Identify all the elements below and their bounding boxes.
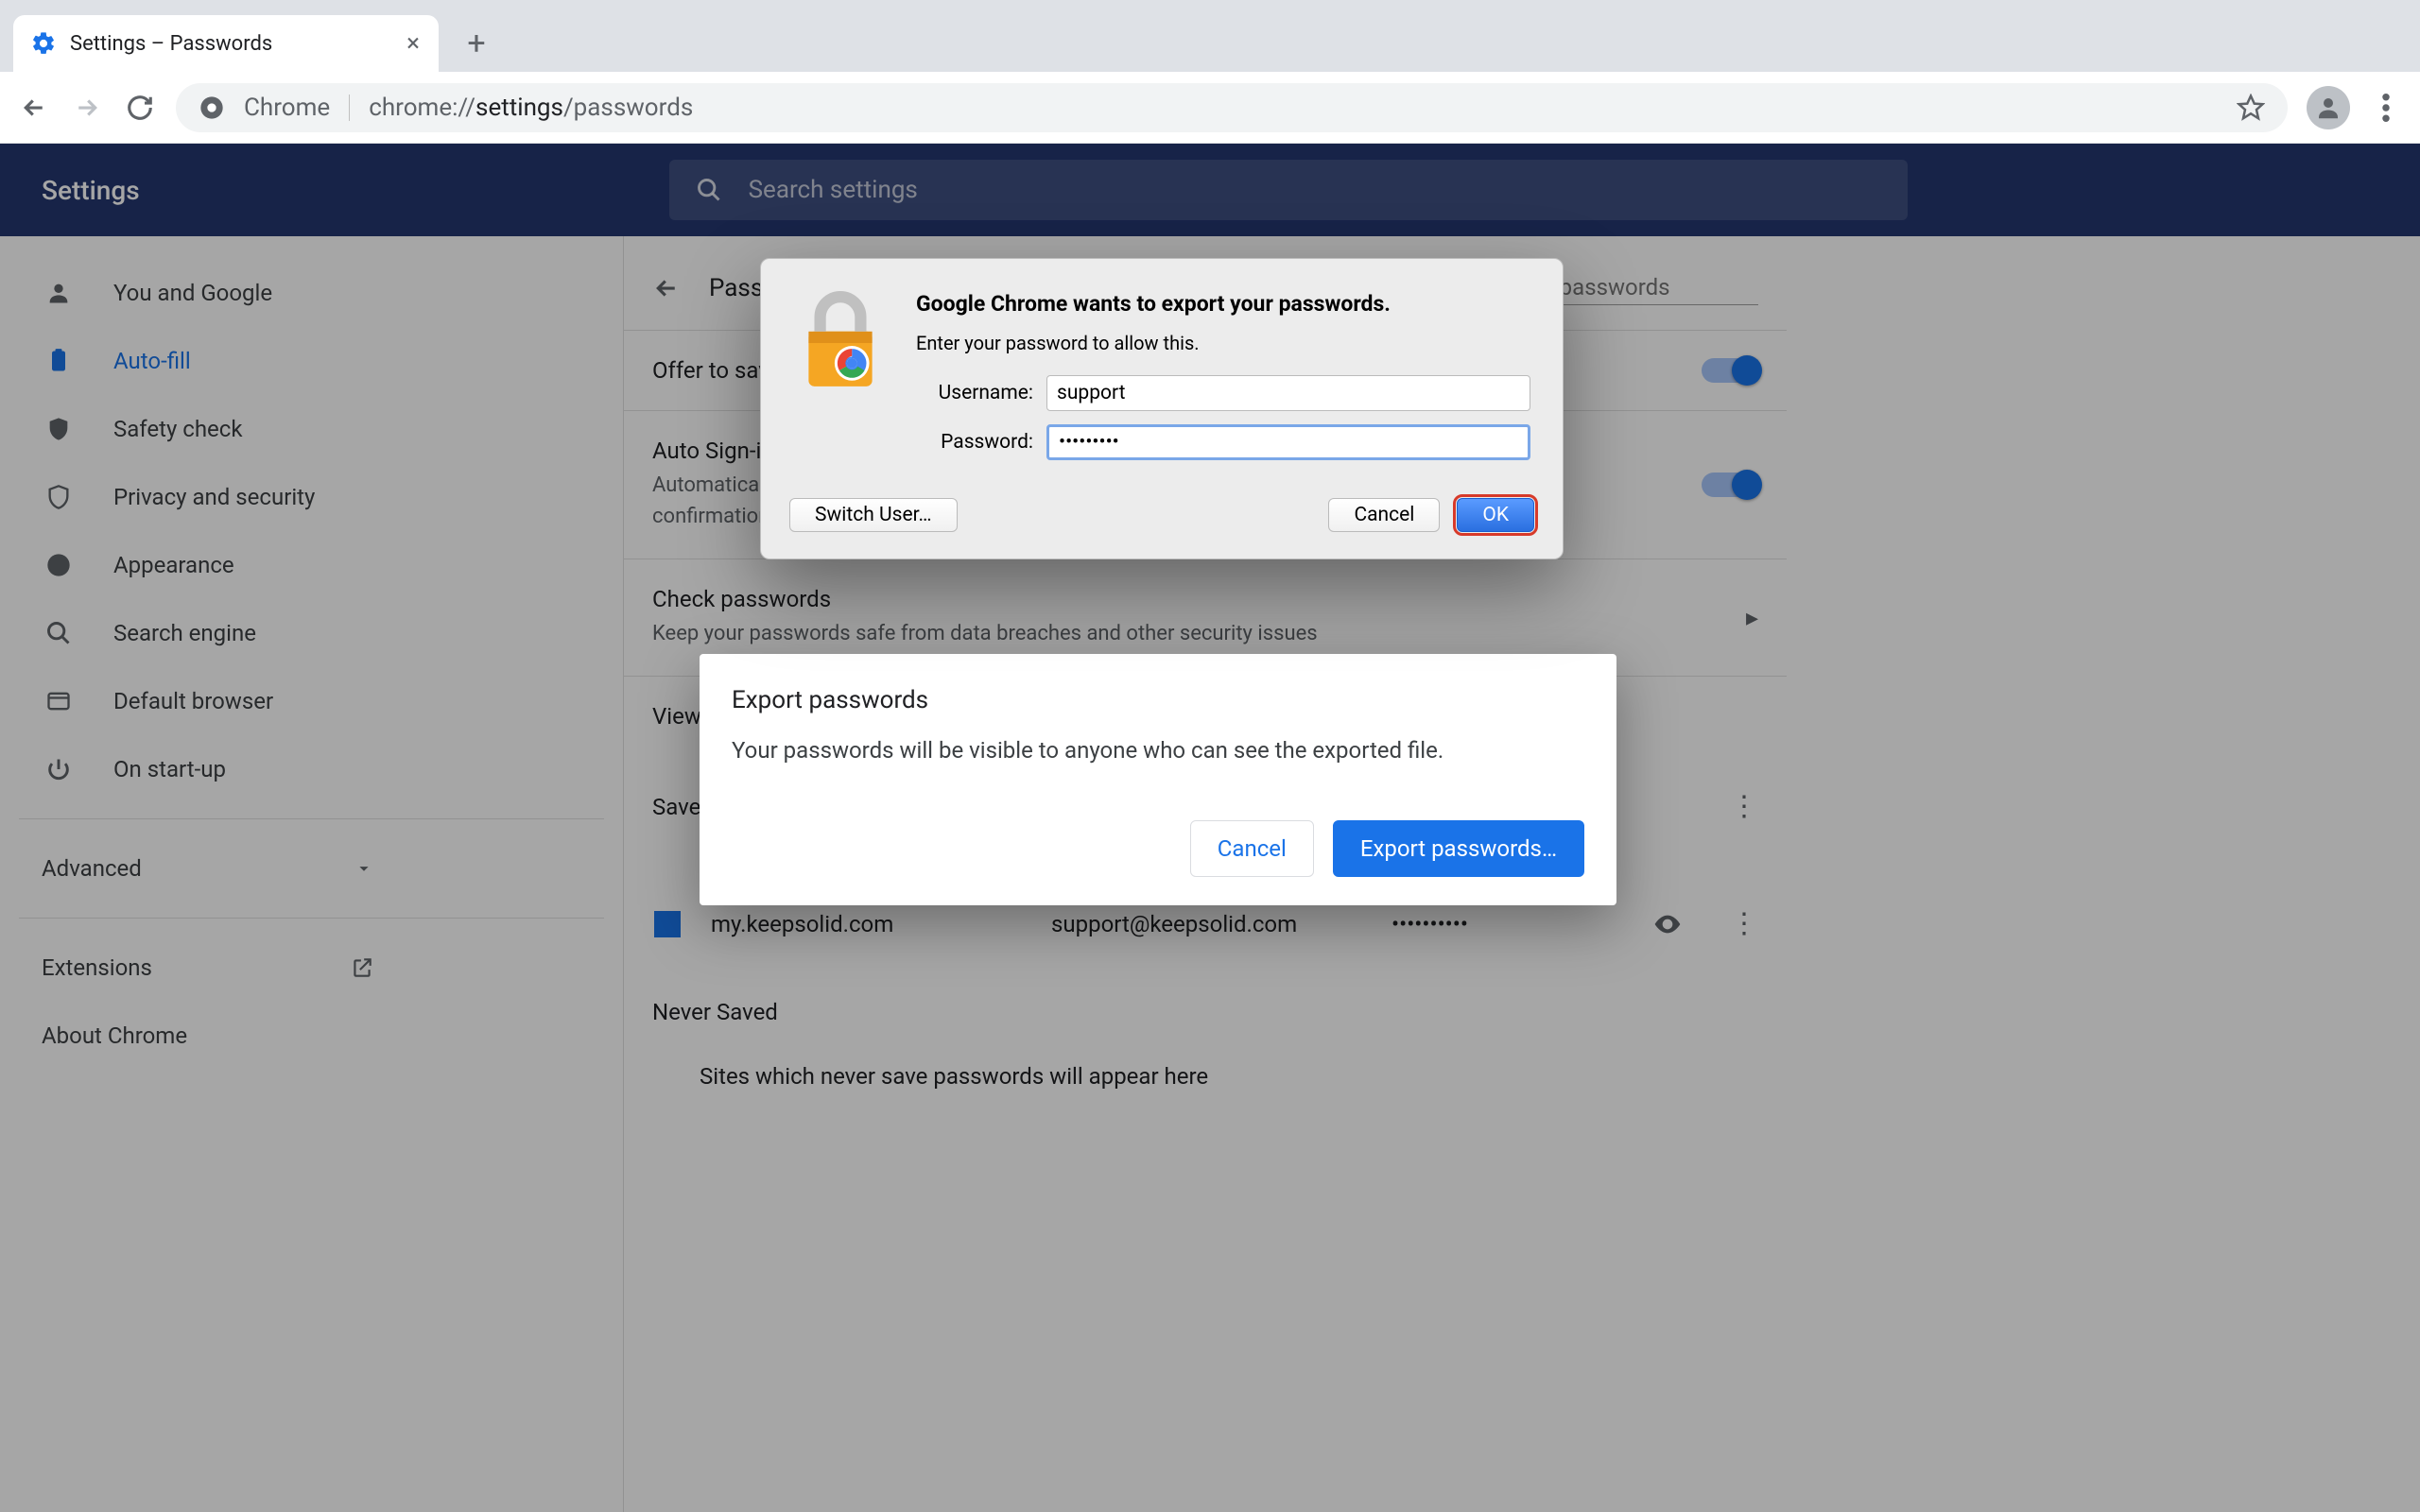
- export-confirm-button[interactable]: Export passwords…: [1333, 820, 1584, 877]
- bookmark-star-icon[interactable]: [2237, 94, 2265, 122]
- browser-toolbar: Chrome chrome://settings/passwords: [0, 72, 2420, 144]
- tab-strip: Settings – Passwords × +: [0, 0, 2420, 72]
- url-origin-label: Chrome: [244, 94, 330, 122]
- export-passwords-dialog: Export passwords Your passwords will be …: [700, 654, 1616, 905]
- export-dialog-title: Export passwords: [732, 686, 1584, 714]
- chrome-icon: [199, 94, 225, 121]
- back-button[interactable]: [17, 91, 51, 125]
- forward-button[interactable]: [70, 91, 104, 125]
- auth-cancel-button[interactable]: Cancel: [1328, 498, 1440, 532]
- gear-icon: [30, 30, 57, 57]
- lock-icon: [793, 291, 888, 473]
- reload-button[interactable]: [123, 91, 157, 125]
- tab-title: Settings – Passwords: [70, 32, 393, 56]
- browser-tab[interactable]: Settings – Passwords ×: [13, 15, 439, 72]
- new-tab-button[interactable]: +: [454, 21, 499, 66]
- url-text: chrome://settings/passwords: [369, 94, 693, 122]
- auth-ok-button[interactable]: OK: [1457, 498, 1534, 532]
- export-dialog-body: Your passwords will be visible to anyone…: [732, 735, 1584, 767]
- switch-user-button[interactable]: Switch User…: [789, 498, 958, 532]
- close-icon[interactable]: ×: [406, 31, 420, 56]
- divider: [349, 94, 350, 121]
- kebab-menu-icon[interactable]: [2369, 91, 2403, 125]
- username-input[interactable]: [1046, 375, 1530, 411]
- auth-subtitle: Enter your password to allow this.: [916, 332, 1530, 354]
- export-cancel-button[interactable]: Cancel: [1190, 820, 1314, 877]
- password-label: Password:: [916, 431, 1033, 454]
- address-bar[interactable]: Chrome chrome://settings/passwords: [176, 83, 2288, 132]
- profile-avatar[interactable]: [2307, 86, 2350, 129]
- username-label: Username:: [916, 382, 1033, 404]
- auth-title: Google Chrome wants to export your passw…: [916, 291, 1530, 317]
- password-input[interactable]: [1046, 424, 1530, 460]
- os-auth-dialog: Google Chrome wants to export your passw…: [760, 258, 1564, 559]
